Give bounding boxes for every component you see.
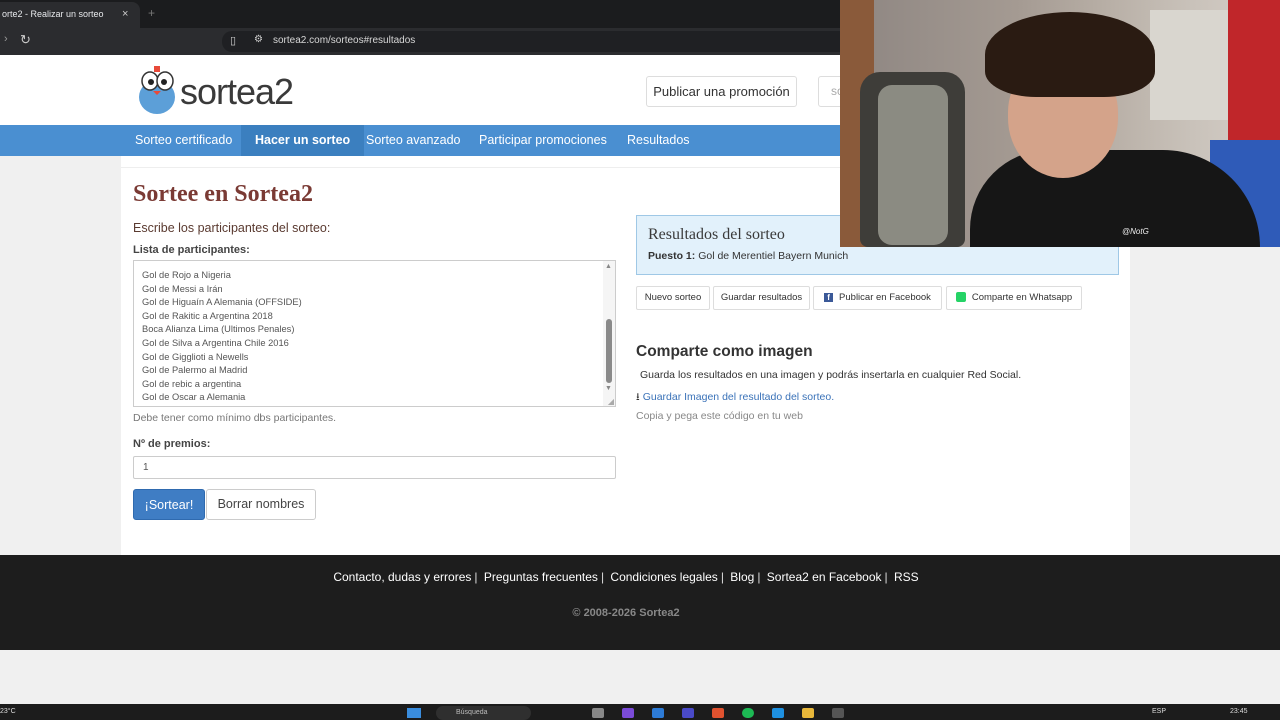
webcam-curtain — [1228, 0, 1280, 150]
publish-promotion-button[interactable]: Publicar una promoción — [646, 76, 797, 107]
save-image-label[interactable]: Guardar Imagen del resultado del sorteo. — [643, 391, 834, 403]
webcam-person-hair — [985, 12, 1155, 97]
scrollbar[interactable]: ▲ ▼ — [603, 261, 615, 406]
close-icon[interactable]: × — [122, 2, 128, 26]
participant-line: Boca Alianza Lima (Ultimos Penales) — [142, 324, 295, 335]
weather-widget[interactable]: 23°C — [0, 708, 16, 715]
participant-line: Gol de Rojo a Nigeria — [142, 270, 231, 280]
facebook-share-label: Publicar en Facebook — [839, 292, 931, 303]
download-icon: ⭳ — [636, 391, 640, 403]
scroll-up-icon[interactable]: ▲ — [605, 263, 612, 270]
participant-line: Gol de Messi a Irán — [142, 283, 223, 294]
nav-sorteo-avanzado[interactable]: Sorteo avanzado — [352, 125, 475, 156]
whatsapp-share-label: Comparte en Whatsapp — [971, 292, 1073, 303]
logo-text: sortea2 — [180, 71, 294, 112]
whatsapp-share-button[interactable]: Comparte en Whatsapp — [946, 286, 1082, 310]
nav-hacer-sorteo[interactable]: Hacer un sorteo — [241, 125, 365, 156]
browser-taskbar-icon[interactable] — [712, 708, 724, 718]
new-draw-button[interactable]: Nuevo sorteo — [636, 286, 710, 310]
embed-code-note: Copia y pega este código en tu web — [636, 410, 803, 422]
facebook-icon: f — [824, 292, 834, 302]
footer-link-legal[interactable]: Condiciones legales — [610, 570, 717, 584]
divider: | — [884, 570, 888, 584]
results-title: Resultados del sorteo — [648, 226, 785, 243]
webcam-window — [1150, 10, 1230, 120]
min-participants-note: Debe tener como mínimo dos participantes… — [133, 412, 337, 424]
language-indicator[interactable]: ESP — [1152, 708, 1166, 715]
sortea2-logo[interactable]: sortea2 — [135, 65, 305, 115]
participants-textarea[interactable]: Gol de Rojo a Nigeria Gol de Messi a Irá… — [133, 260, 616, 407]
site-settings-icon[interactable]: ⚙ — [254, 34, 263, 45]
divider: | — [757, 570, 761, 584]
reload-icon[interactable]: ↻ — [20, 32, 31, 48]
os-taskbar: 23°C Búsqueda ESP 23:45 — [0, 704, 1280, 720]
footer-link-blog[interactable]: Blog — [730, 570, 754, 584]
mascot-icon — [139, 66, 175, 114]
participant-line: Gol de Higuaín A Alemania (OFFSIDE) — [142, 297, 302, 308]
share-image-title: Comparte como imagen — [636, 343, 813, 360]
footer-links: Contacto, dudas y errores | Preguntas fre… — [0, 570, 1252, 584]
participant-line: Gol de rebic a argentina — [142, 378, 242, 389]
page-title: Sortee en Sortea2 — [133, 181, 313, 207]
taskbar-app-icon[interactable] — [592, 708, 604, 718]
taskbar-app-icon[interactable] — [772, 708, 784, 718]
nav-participar-promociones[interactable]: Participar promociones — [465, 125, 621, 156]
taskbar-app-icon[interactable] — [652, 708, 664, 718]
footer-link-faq[interactable]: Preguntas frecuentes — [484, 570, 598, 584]
result-place-1: Puesto 1: Gol de Merentiel Bayern Munich — [648, 250, 848, 262]
participants-label: Lista de participantes: — [133, 244, 250, 256]
participant-line: Gol de Palermo al Madrid — [142, 365, 248, 376]
participant-line: Gol de Gigglioti a Newells — [142, 351, 249, 362]
taskbar-app-icon[interactable] — [622, 708, 634, 718]
webcam-chair-seat — [878, 85, 948, 245]
participant-line: Gol de Oscar a Alemania — [142, 392, 246, 403]
new-tab-icon[interactable]: + — [148, 6, 155, 20]
nav-sorteo-certificado[interactable]: Sorteo certificado — [121, 125, 246, 156]
browser-tab[interactable]: orte2 - Realizar un sorteo × — [0, 2, 140, 28]
copyright: © 2008-2026 Sortea2 — [572, 607, 680, 619]
address-bar[interactable]: ▯ ⚙ sortea2.com/sorteos#resultados — [222, 31, 862, 52]
webcam-overlay: @NotG — [840, 0, 1280, 247]
participants-list: Gol de Rojo a Nigeria Gol de Messi a Irá… — [142, 261, 302, 405]
prizes-label: Nº de premios: — [133, 438, 211, 450]
result-place-value: Gol de Merentiel Bayern Munich — [698, 250, 849, 262]
save-results-button[interactable]: Guardar resultados — [713, 286, 810, 310]
scrollbar-thumb[interactable] — [606, 319, 612, 383]
folder-icon[interactable] — [802, 708, 814, 718]
facebook-share-button[interactable]: f Publicar en Facebook — [813, 286, 942, 310]
result-place-label: Puesto 1: — [648, 250, 696, 262]
share-image-description: Guarda los resultados en una imagen y po… — [640, 369, 1022, 381]
whatsapp-icon — [955, 292, 966, 303]
taskbar-app-icon[interactable] — [682, 708, 694, 718]
save-image-link[interactable]: ⭳ Guardar Imagen del resultado del sorteo… — [636, 389, 834, 407]
taskbar-app-icon[interactable] — [832, 708, 844, 718]
footer-link-rss[interactable]: RSS — [894, 570, 919, 584]
divider: | — [600, 570, 605, 584]
tab-title: orte2 - Realizar un sorteo — [2, 9, 104, 19]
draw-button[interactable]: ¡Sortear! — [133, 489, 205, 520]
page-background — [0, 650, 1280, 704]
spotify-icon[interactable] — [742, 708, 754, 718]
participant-line: Gol de Silva a Argentina Chile 2016 — [142, 337, 289, 348]
form-subtitle: Escribe los participantes del sorteo: — [133, 221, 331, 235]
clear-names-button[interactable]: Borrar nombres — [206, 489, 316, 520]
footer-link-facebook[interactable]: Sortea2 en Facebook — [767, 570, 882, 584]
site-footer: Contacto, dudas y errores | Preguntas fre… — [0, 555, 1280, 650]
url-text[interactable]: sortea2.com/sorteos#resultados — [273, 35, 415, 46]
clock[interactable]: 23:45 — [1230, 708, 1248, 715]
bookmark-icon[interactable]: ▯ — [230, 34, 236, 47]
prizes-input[interactable]: 1 — [133, 456, 616, 479]
resize-grip-icon[interactable]: ◢ — [608, 397, 614, 406]
participant-line: Gol de Rakitic a Argentina 2018 — [142, 310, 273, 321]
taskbar-search[interactable]: Búsqueda — [436, 706, 531, 720]
nav-resultados[interactable]: Resultados — [613, 125, 704, 156]
forward-icon[interactable]: › — [4, 33, 8, 45]
divider: | — [474, 570, 478, 584]
scroll-down-icon[interactable]: ▼ — [605, 385, 612, 392]
footer-link-contact[interactable]: Contacto, dudas y errores — [333, 570, 471, 584]
webcam-watermark: @NotG — [1122, 227, 1149, 236]
windows-start-icon[interactable] — [407, 708, 421, 718]
divider: | — [720, 570, 724, 584]
